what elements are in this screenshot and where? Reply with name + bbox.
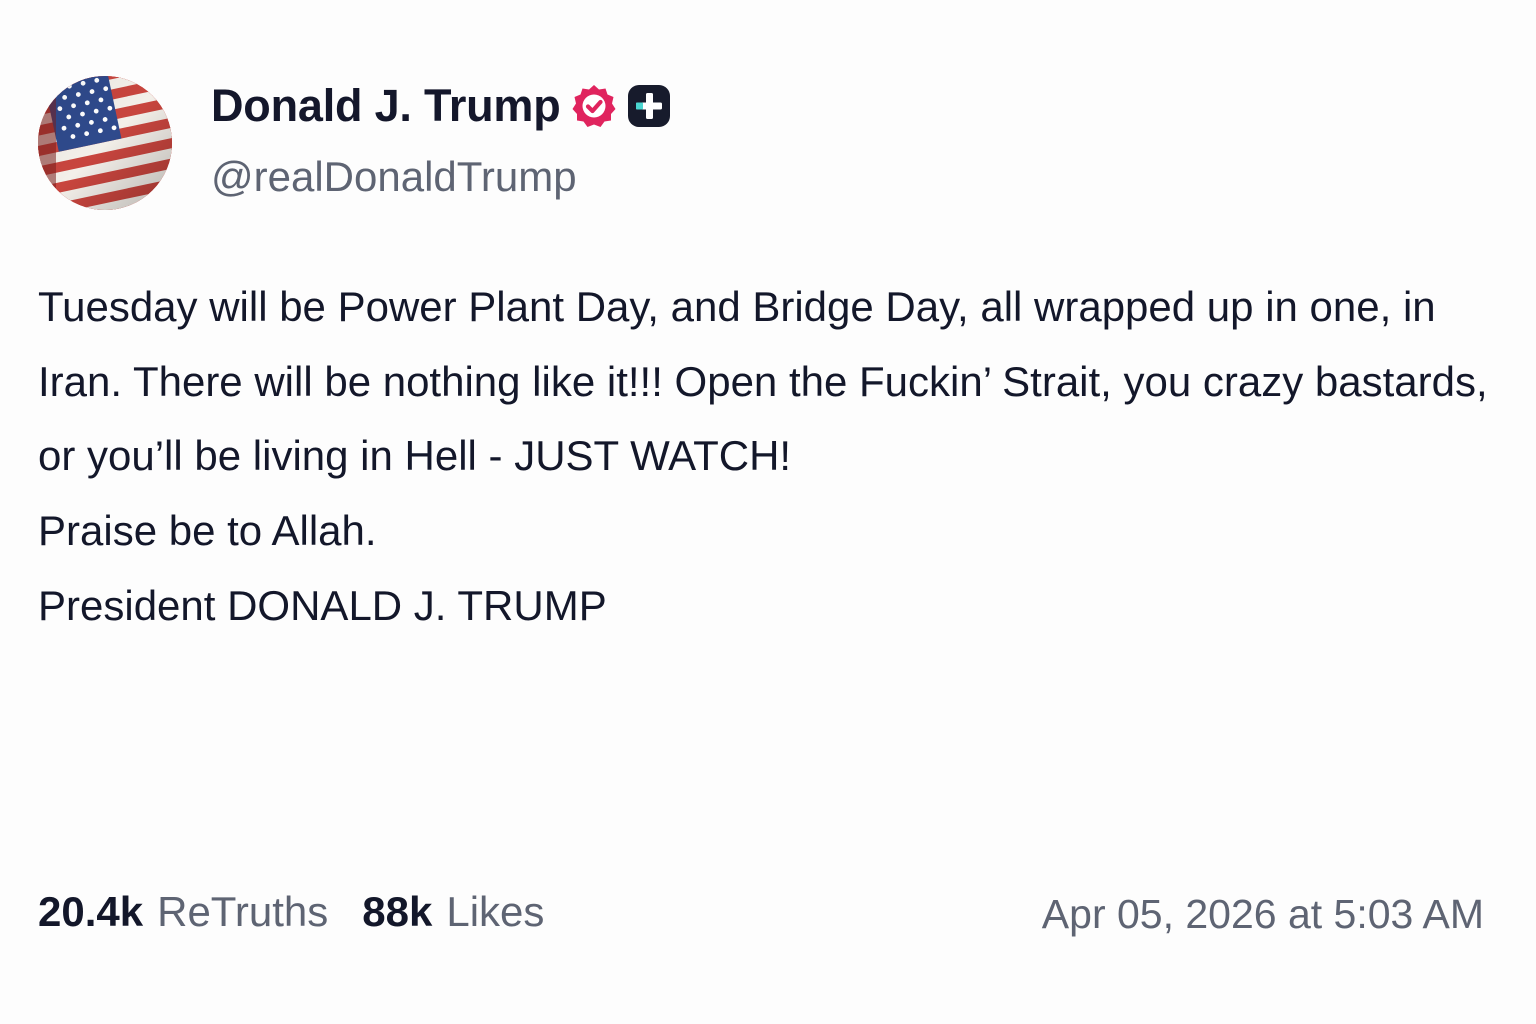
truth-post: Donald J. Trump @realDonaldTrump Tuesday… bbox=[0, 0, 1536, 1024]
likes-count[interactable]: 88k bbox=[362, 888, 432, 936]
retruths-label[interactable]: ReTruths bbox=[157, 888, 328, 936]
display-name[interactable]: Donald J. Trump bbox=[211, 80, 561, 132]
american-flag-avatar-icon bbox=[38, 76, 172, 210]
author-name-row: Donald J. Trump bbox=[211, 76, 671, 136]
post-stats: 20.4k ReTruths 88k Likes bbox=[38, 888, 544, 936]
likes-label[interactable]: Likes bbox=[446, 888, 544, 936]
post-signature: President DONALD J. TRUMP bbox=[38, 582, 607, 629]
verified-badge-icon bbox=[571, 83, 617, 129]
post-timestamp[interactable]: Apr 05, 2026 at 5:03 AM bbox=[1042, 891, 1484, 938]
author-handle[interactable]: @realDonaldTrump bbox=[211, 153, 577, 201]
avatar[interactable] bbox=[38, 76, 172, 210]
post-paragraph: Tuesday will be Power Plant Day, and Bri… bbox=[38, 283, 1488, 479]
retruths-count[interactable]: 20.4k bbox=[38, 888, 143, 936]
post-body: Tuesday will be Power Plant Day, and Bri… bbox=[38, 270, 1508, 568]
truth-plus-badge-icon bbox=[627, 84, 671, 128]
post-paragraph: Praise be to Allah. bbox=[38, 506, 377, 554]
